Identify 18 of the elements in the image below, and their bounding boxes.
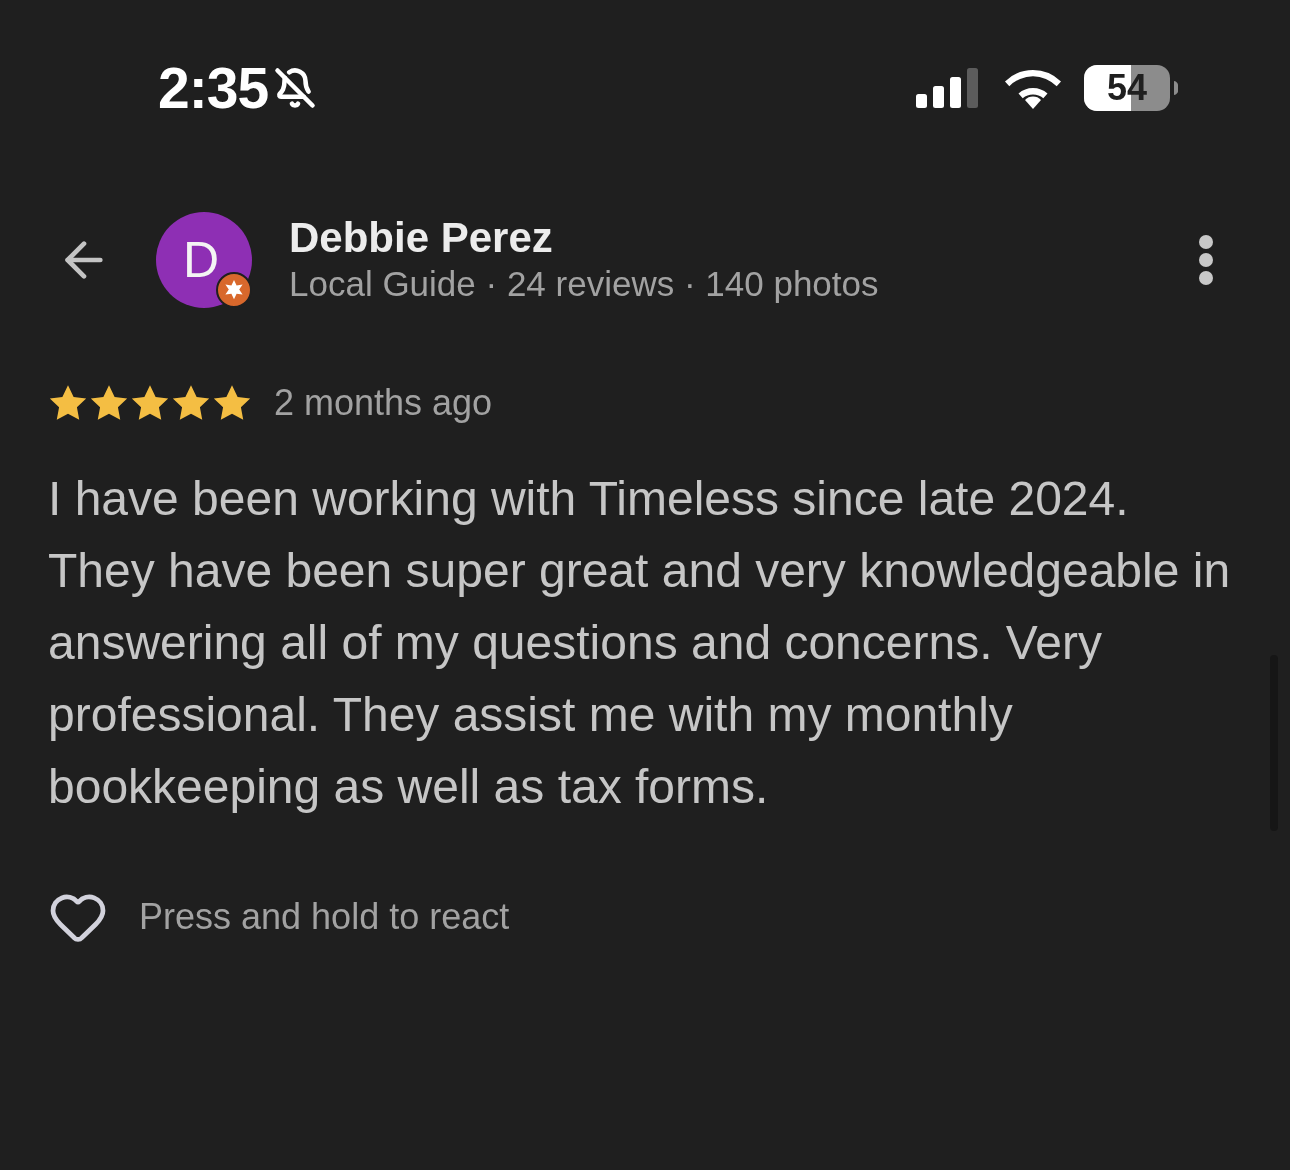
star-icon xyxy=(212,384,252,422)
wifi-icon xyxy=(1004,67,1062,109)
star-badge-icon xyxy=(216,272,252,308)
review-text: I have been working with Timeless since late 2024. They have been super great and very knowledgeable in answering all of my questions and concerns. Very professional. They assist me with my monthly bookkeeping as well as tax forms. xyxy=(48,471,1232,815)
review-date: 2 months ago xyxy=(274,385,493,421)
signal-icon xyxy=(916,68,980,108)
battery-percentage: 54 xyxy=(1107,70,1147,106)
star-icon xyxy=(130,384,170,422)
reviewer-stats: Local Guide · 24 reviews · 140 photos xyxy=(289,263,879,305)
star-icon xyxy=(48,384,88,422)
star-icon xyxy=(89,384,129,422)
bell-slash-icon xyxy=(274,67,317,109)
battery-icon xyxy=(1084,65,1178,111)
star-icon xyxy=(171,384,211,422)
reaction-hint: Press and hold to react xyxy=(139,899,510,935)
status-time: 2:35 xyxy=(158,59,269,117)
more-options-icon xyxy=(1198,234,1214,286)
reviewer-name: Debbie Perez xyxy=(289,214,554,262)
